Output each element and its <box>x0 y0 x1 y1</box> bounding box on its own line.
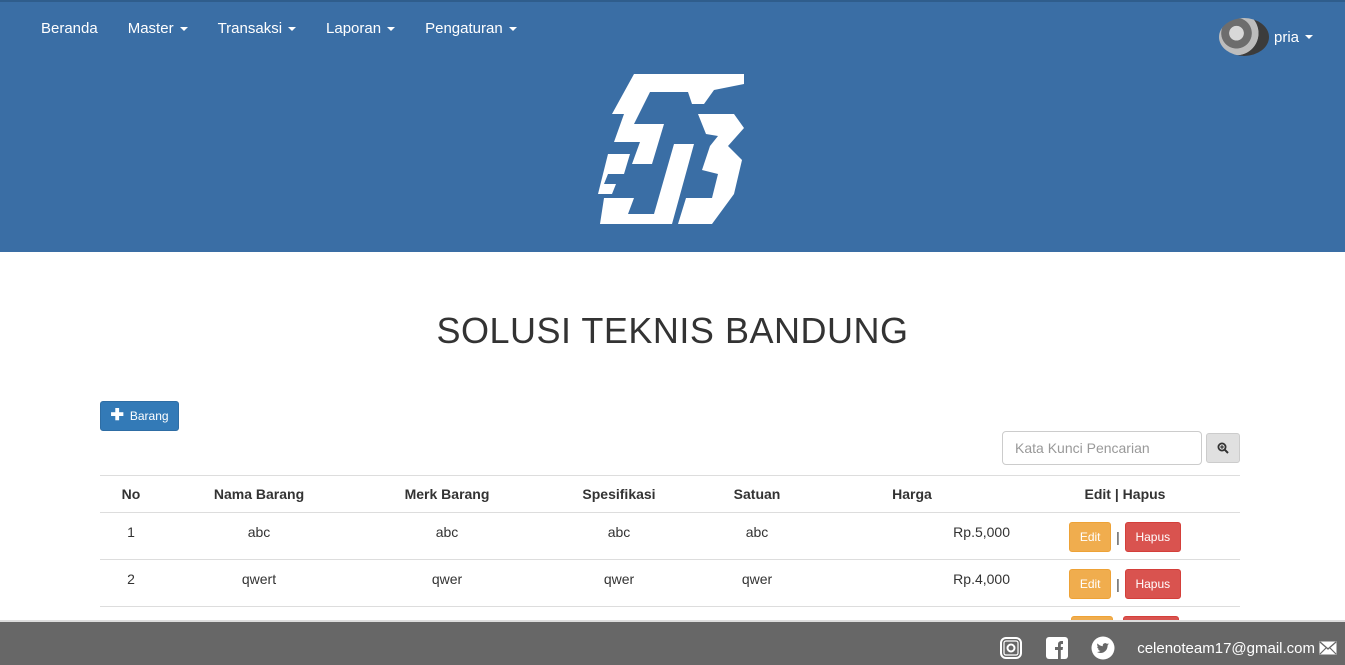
nav-master[interactable]: Master <box>113 18 203 39</box>
twitter-icon[interactable] <box>1091 636 1115 660</box>
email-link[interactable]: celenoteam17@gmail.com <box>1137 640 1337 657</box>
hapus-button[interactable]: Hapus <box>1124 569 1181 599</box>
cell-nama: abc <box>162 512 356 560</box>
plus-icon: ✚ <box>110 407 124 424</box>
user-name: pria <box>1273 28 1299 46</box>
cell-merk: qwer <box>356 559 538 607</box>
page-title: SOLUSI TEKNIS BANDUNG <box>436 310 909 351</box>
col-merk-barang: Merk Barang <box>356 475 538 513</box>
search-input[interactable] <box>1002 431 1202 465</box>
avatar <box>1218 18 1269 56</box>
nav-pengaturan[interactable]: Pengaturan <box>410 18 532 39</box>
caret-down-icon <box>508 26 517 31</box>
nav-transaksi[interactable]: Transaksi <box>203 18 311 39</box>
table-row: 1 abc abc abc abc Rp.5,000 Edit | Hapus <box>100 512 1240 560</box>
caret-down-icon <box>387 26 396 31</box>
table-header-row: No Nama Barang Merk Barang Spesifikasi S… <box>100 475 1240 513</box>
stb-logo <box>598 74 744 224</box>
footer: celenoteam17@gmail.com <box>0 620 1345 665</box>
add-barang-button[interactable]: ✚ Barang <box>100 401 179 431</box>
search-button[interactable] <box>1206 433 1240 463</box>
cell-harga: Rp.4,000 <box>814 559 1010 607</box>
action-separator: | <box>1116 576 1120 592</box>
cell-no: 2 <box>100 559 162 607</box>
facebook-icon[interactable] <box>1045 636 1069 660</box>
col-harga: Harga <box>814 475 1010 513</box>
caret-down-icon <box>288 26 297 31</box>
cell-spesifikasi: abc <box>538 512 700 560</box>
cell-nama: qwert <box>162 559 356 607</box>
email-text: celenoteam17@gmail.com <box>1137 639 1315 657</box>
mail-icon <box>1319 641 1337 655</box>
edit-button[interactable]: Edit <box>1069 569 1112 599</box>
cell-no: 1 <box>100 512 162 560</box>
col-no: No <box>100 475 162 513</box>
edit-button[interactable]: Edit <box>1069 522 1112 552</box>
cell-satuan: qwer <box>700 559 814 607</box>
zoom-in-icon <box>1217 442 1229 454</box>
nav-laporan[interactable]: Laporan <box>311 18 410 39</box>
instagram-icon[interactable] <box>999 636 1023 660</box>
nav-beranda[interactable]: Beranda <box>26 18 113 39</box>
user-menu[interactable]: pria <box>1218 18 1313 56</box>
hapus-button[interactable]: Hapus <box>1124 522 1181 552</box>
cell-actions: Edit | Hapus <box>1010 512 1240 560</box>
cell-actions: Edit | Hapus <box>1010 559 1240 607</box>
action-separator: | <box>1116 529 1120 545</box>
col-edit-hapus: Edit | Hapus <box>1010 475 1240 513</box>
header-banner: Beranda Master Transaksi Laporan Pengatu… <box>0 0 1345 252</box>
col-spesifikasi: Spesifikasi <box>538 475 700 513</box>
table-row: 2 qwert qwer qwer qwer Rp.4,000 Edit | H… <box>100 559 1240 607</box>
caret-down-icon <box>1305 35 1313 39</box>
col-nama-barang: Nama Barang <box>162 475 356 513</box>
cell-merk: abc <box>356 512 538 560</box>
col-satuan: Satuan <box>700 475 814 513</box>
top-nav: Beranda Master Transaksi Laporan Pengatu… <box>26 18 532 39</box>
cell-satuan: abc <box>700 512 814 560</box>
cell-spesifikasi: qwer <box>538 559 700 607</box>
caret-down-icon <box>179 26 188 31</box>
cell-harga: Rp.5,000 <box>814 512 1010 560</box>
